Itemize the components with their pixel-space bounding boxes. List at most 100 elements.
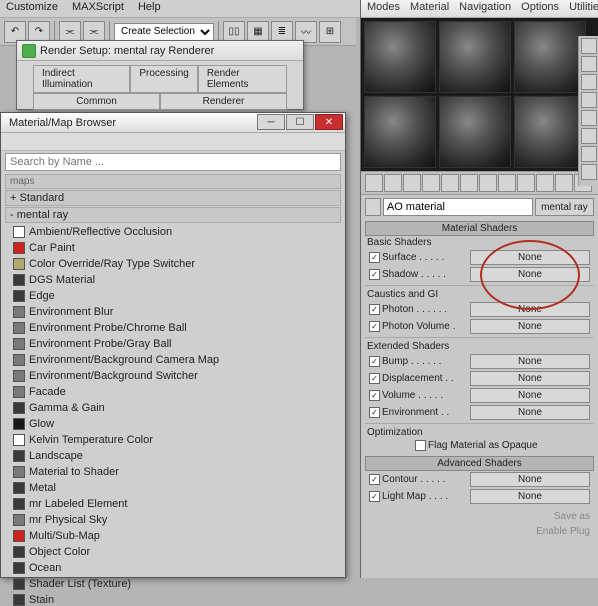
checkbox-displacement[interactable] <box>369 373 380 384</box>
checkbox-bump[interactable] <box>369 356 380 367</box>
checkbox-flag-opaque[interactable] <box>415 440 426 451</box>
slot-displacement[interactable]: None <box>470 371 590 386</box>
checkbox-surface[interactable] <box>369 252 380 263</box>
checkbox-volume[interactable] <box>369 390 380 401</box>
slot-photon[interactable]: None <box>470 302 590 317</box>
tab-common[interactable]: Common <box>33 93 160 110</box>
material-slot[interactable] <box>364 96 436 168</box>
rollout-material-shaders[interactable]: Material Shaders <box>365 221 594 236</box>
list-item[interactable]: Environment Probe/Chrome Ball <box>5 320 341 336</box>
video-check-icon[interactable] <box>581 110 597 126</box>
make-unique-icon[interactable] <box>460 174 478 192</box>
material-slot[interactable] <box>364 21 436 93</box>
browser-title-bar[interactable]: Material/Map Browser ─ ☐ ✕ <box>1 113 345 133</box>
make-preview-icon[interactable] <box>581 128 597 144</box>
menu-maxscript[interactable]: MAXScript <box>72 1 124 16</box>
list-item[interactable]: Environment/Background Camera Map <box>5 352 341 368</box>
slot-surface[interactable]: None <box>470 250 590 265</box>
tab-processing[interactable]: Processing <box>130 65 197 93</box>
go-parent-icon[interactable] <box>555 174 573 192</box>
render-setup-title-bar[interactable]: Render Setup: mental ray Renderer <box>17 41 303 61</box>
rollout-advanced-shaders[interactable]: Advanced Shaders <box>365 456 594 471</box>
menu-help[interactable]: Help <box>138 1 161 16</box>
list-item[interactable]: Object Color <box>5 544 341 560</box>
tab-indirect-illumination[interactable]: Indirect Illumination <box>33 65 130 93</box>
material-slot[interactable] <box>514 21 586 93</box>
menu-customize[interactable]: Customize <box>6 1 58 16</box>
list-item[interactable]: mr Labeled Element <box>5 496 341 512</box>
close-button[interactable]: ✕ <box>315 114 343 130</box>
get-material-icon[interactable] <box>365 174 383 192</box>
menu-material[interactable]: Material <box>410 1 449 16</box>
maximize-button[interactable]: ☐ <box>286 114 314 130</box>
checkbox-photon[interactable] <box>369 304 380 315</box>
list-item[interactable]: Environment Blur <box>5 304 341 320</box>
schematic-icon[interactable]: ⊞ <box>319 21 341 43</box>
list-item[interactable]: Shader List (Texture) <box>5 576 341 592</box>
list-item[interactable]: DGS Material <box>5 272 341 288</box>
checkbox-photon-volume[interactable] <box>369 321 380 332</box>
list-item[interactable]: Kelvin Temperature Color <box>5 432 341 448</box>
show-end-result-icon[interactable] <box>536 174 554 192</box>
menu-utilities[interactable]: Utilities <box>569 1 598 16</box>
material-preview-grid[interactable] <box>361 18 598 171</box>
slot-contour[interactable]: None <box>470 472 590 487</box>
save-as-button[interactable]: Save as <box>554 511 590 522</box>
search-input[interactable] <box>5 153 341 171</box>
material-slot[interactable] <box>439 96 511 168</box>
list-item[interactable]: Environment/Background Switcher <box>5 368 341 384</box>
show-map-icon[interactable] <box>517 174 535 192</box>
list-item[interactable]: Landscape <box>5 448 341 464</box>
list-item[interactable]: Edge <box>5 288 341 304</box>
slot-volume[interactable]: None <box>470 388 590 403</box>
checkbox-contour[interactable] <box>369 474 380 485</box>
slot-environment[interactable]: None <box>470 405 590 420</box>
put-to-library-icon[interactable] <box>479 174 497 192</box>
list-item[interactable]: Car Paint <box>5 240 341 256</box>
material-slot[interactable] <box>439 21 511 93</box>
material-name-field[interactable] <box>383 198 533 216</box>
slot-shadow[interactable]: None <box>470 267 590 282</box>
list-item[interactable]: Color Override/Ray Type Switcher <box>5 256 341 272</box>
selection-set-dropdown[interactable]: Create Selection Se <box>114 23 214 41</box>
background-icon[interactable] <box>581 74 597 90</box>
list-item[interactable]: mr Physical Sky <box>5 512 341 528</box>
reset-map-icon[interactable] <box>422 174 440 192</box>
category-mental-ray[interactable]: - mental ray <box>5 207 341 223</box>
category-standard[interactable]: + Standard <box>5 190 341 206</box>
checkbox-shadow[interactable] <box>369 269 380 280</box>
material-type-button[interactable]: mental ray <box>535 198 594 216</box>
slot-bump[interactable]: None <box>470 354 590 369</box>
material-list[interactable]: Ambient/Reflective OcclusionCar PaintCol… <box>1 224 345 606</box>
sample-uv-icon[interactable] <box>581 92 597 108</box>
menu-modes[interactable]: Modes <box>367 1 400 16</box>
list-item[interactable]: Metal <box>5 480 341 496</box>
list-item[interactable]: Environment Probe/Gray Ball <box>5 336 341 352</box>
menu-navigation[interactable]: Navigation <box>459 1 511 16</box>
list-item[interactable]: Stain <box>5 592 341 606</box>
options-icon[interactable] <box>581 146 597 162</box>
slot-photon-volume[interactable]: None <box>470 319 590 334</box>
tab-renderer[interactable]: Renderer <box>160 93 287 110</box>
checkbox-light-map[interactable] <box>369 491 380 502</box>
menu-options[interactable]: Options <box>521 1 559 16</box>
checkbox-environment[interactable] <box>369 407 380 418</box>
tab-render-elements[interactable]: Render Elements <box>198 65 287 93</box>
list-item[interactable]: Material to Shader <box>5 464 341 480</box>
select-by-material-icon[interactable] <box>581 164 597 180</box>
sample-type-icon[interactable] <box>581 38 597 54</box>
list-item[interactable]: Ambient/Reflective Occlusion <box>5 224 341 240</box>
minimize-button[interactable]: ─ <box>257 114 285 130</box>
list-item[interactable]: Ocean <box>5 560 341 576</box>
pick-material-icon[interactable] <box>365 198 381 216</box>
list-item[interactable]: Glow <box>5 416 341 432</box>
material-slot[interactable] <box>514 96 586 168</box>
list-item[interactable]: Multi/Sub-Map <box>5 528 341 544</box>
assign-material-icon[interactable] <box>403 174 421 192</box>
category-maps[interactable]: maps <box>5 174 341 189</box>
material-id-icon[interactable] <box>498 174 516 192</box>
list-item[interactable]: Gamma & Gain <box>5 400 341 416</box>
slot-light-map[interactable]: None <box>470 489 590 504</box>
list-item[interactable]: Facade <box>5 384 341 400</box>
put-material-icon[interactable] <box>384 174 402 192</box>
